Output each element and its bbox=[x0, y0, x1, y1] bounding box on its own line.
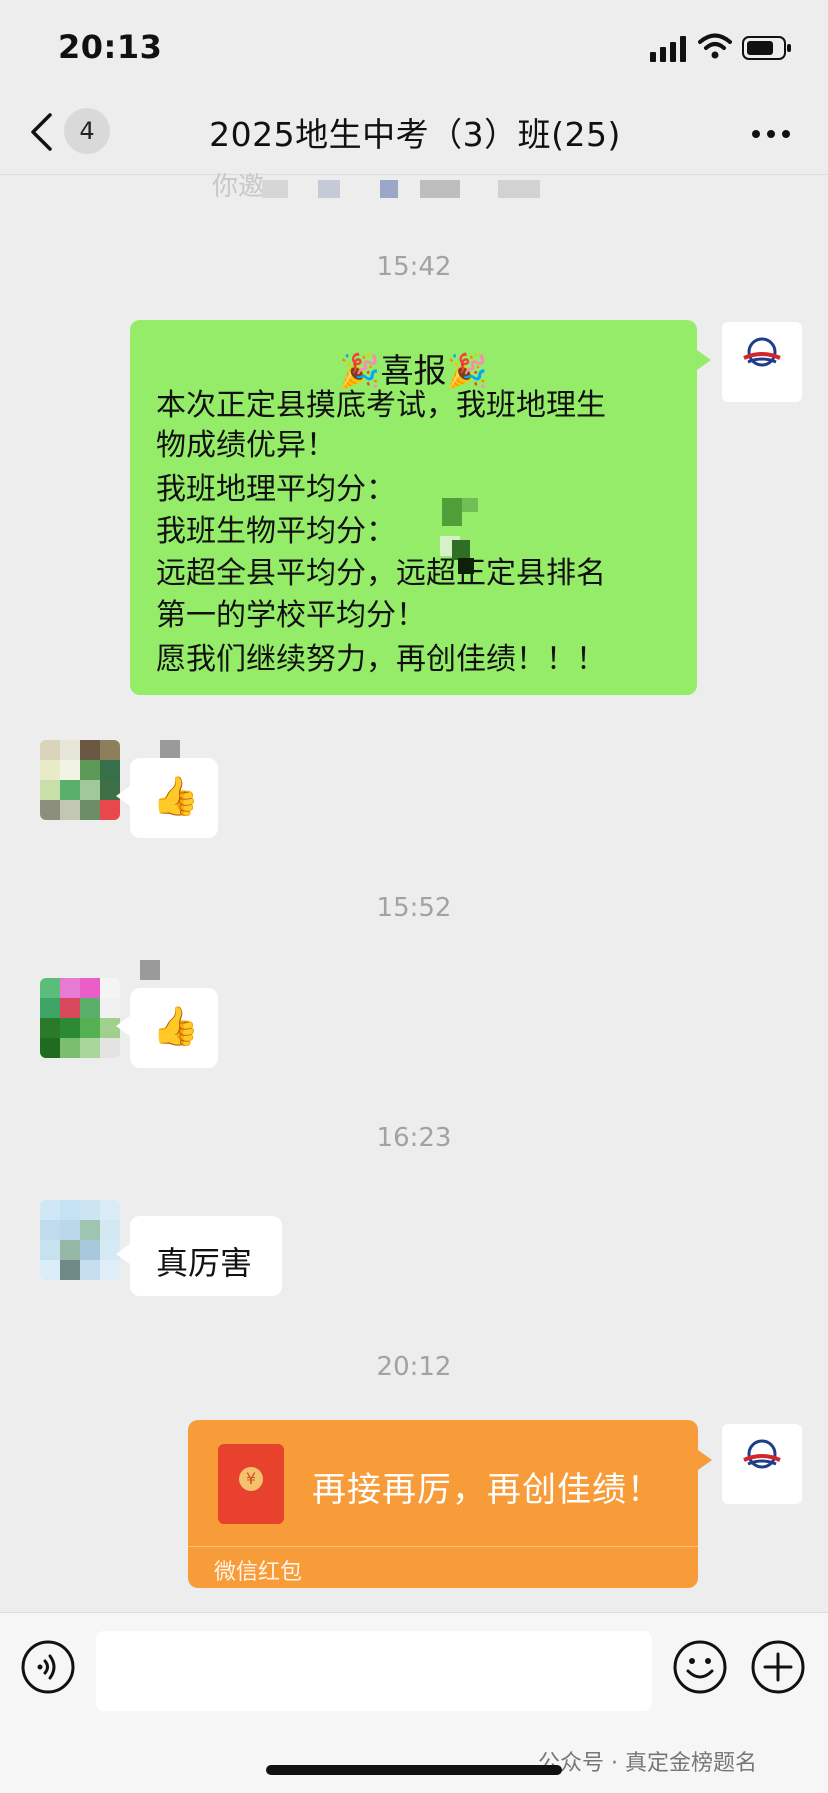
blurred-name bbox=[318, 180, 340, 198]
blurred-sender-name bbox=[140, 960, 160, 980]
header-divider bbox=[0, 174, 828, 175]
announcement-line: 本次正定县摸底考试，我班地理生 bbox=[156, 388, 606, 423]
message-timestamp: 16:23 bbox=[376, 1123, 452, 1153]
announcement-title: 🎉喜报🎉 bbox=[339, 351, 488, 390]
status-time: 20:13 bbox=[58, 28, 163, 66]
thumbs-up-icon: 👍 bbox=[152, 1004, 200, 1048]
plus-icon[interactable] bbox=[750, 1639, 806, 1695]
message-text: 真厉害 bbox=[156, 1244, 253, 1282]
member-avatar[interactable] bbox=[40, 740, 120, 820]
red-packet-message[interactable]: ¥ 再接再厉，再创佳绩！ 微信红包 bbox=[188, 1420, 712, 1588]
logo-icon bbox=[743, 1439, 781, 1469]
battery-icon bbox=[742, 36, 791, 60]
message-timestamp: 20:12 bbox=[376, 1352, 452, 1382]
member-avatar[interactable] bbox=[40, 978, 120, 1058]
red-packet-divider bbox=[188, 1546, 698, 1547]
red-packet-greeting: 再接再厉，再创佳绩！ bbox=[312, 1470, 662, 1510]
message-timestamp: 15:52 bbox=[376, 893, 452, 923]
announcement-message[interactable]: 🎉喜报🎉 本次正定县摸底考试，我班地理生 物成绩优异！ 我班地理平均分： 我班生… bbox=[130, 320, 711, 695]
logo-icon bbox=[743, 337, 781, 367]
watermark: 公众号 · 真定金榜题名 bbox=[538, 1751, 757, 1776]
member-avatar[interactable] bbox=[40, 1200, 120, 1280]
announcement-line: 我班生物平均分： bbox=[156, 514, 396, 549]
voice-icon[interactable] bbox=[20, 1639, 76, 1695]
blurred-name bbox=[380, 180, 398, 198]
thumbs-up-message[interactable]: 👍 bbox=[116, 988, 218, 1068]
signal-icon bbox=[650, 36, 686, 62]
more-icon[interactable] bbox=[752, 130, 790, 138]
back-icon[interactable] bbox=[28, 112, 54, 152]
wifi-icon bbox=[698, 33, 732, 59]
message-timestamp: 15:42 bbox=[376, 252, 452, 282]
thumbs-up-message[interactable]: 👍 bbox=[116, 758, 218, 838]
text-message[interactable]: 真厉害 bbox=[116, 1216, 282, 1296]
announcement-line: 我班地理平均分： bbox=[156, 472, 396, 507]
chat-header: 4 2025地生中考（3）班(25) bbox=[0, 84, 828, 176]
blurred-name bbox=[420, 180, 460, 198]
thumbs-up-icon: 👍 bbox=[152, 774, 200, 818]
unread-count-badge[interactable]: 4 bbox=[64, 108, 110, 154]
chat-title: 2025地生中考（3）班(25) bbox=[209, 115, 621, 154]
sender-avatar[interactable] bbox=[722, 322, 802, 402]
blurred-name bbox=[498, 180, 540, 198]
sender-avatar[interactable] bbox=[722, 1424, 802, 1504]
announcement-line: 愿我们继续努力，再创佳绩！！！ bbox=[156, 642, 606, 677]
partial-system-text: 你邀 bbox=[212, 172, 265, 202]
coin-icon: ¥ bbox=[239, 1467, 263, 1491]
announcement-line: 物成绩优异！ bbox=[156, 428, 336, 463]
emoji-icon[interactable] bbox=[672, 1639, 728, 1695]
redacted-score bbox=[440, 536, 480, 576]
red-packet-icon: ¥ bbox=[218, 1444, 284, 1524]
blurred-sender-name bbox=[160, 740, 180, 760]
announcement-line: 远超全县平均分，远超正定县排名 bbox=[156, 556, 606, 591]
chat-input-bar: 公众号 · 真定金榜题名 bbox=[0, 1612, 828, 1793]
redacted-score bbox=[442, 498, 482, 528]
blurred-name bbox=[262, 180, 288, 198]
red-packet-label: 微信红包 bbox=[214, 1560, 303, 1585]
announcement-line: 第一的学校平均分！ bbox=[156, 598, 426, 633]
home-indicator[interactable] bbox=[266, 1765, 562, 1775]
message-input[interactable] bbox=[96, 1631, 652, 1711]
